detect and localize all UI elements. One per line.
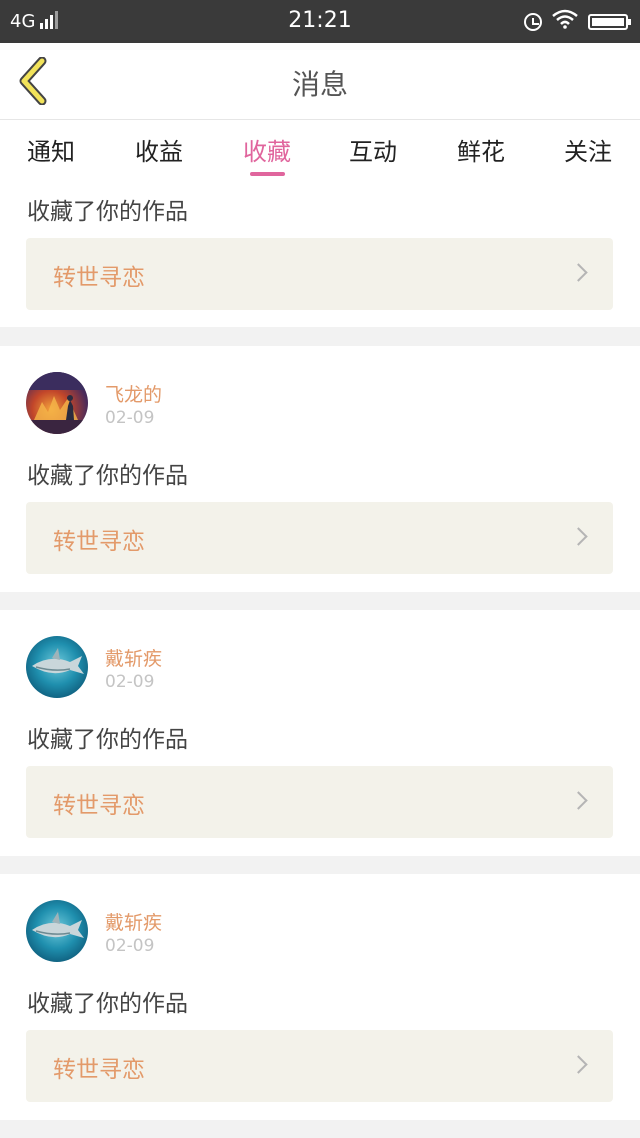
shark-avatar-icon — [32, 648, 84, 674]
action-text: 收藏了你的作品 — [27, 991, 188, 1017]
shark-avatar-icon — [32, 912, 84, 938]
work-link[interactable]: 转世寻恋 — [26, 1030, 613, 1102]
tab-bar: 通知 收益 收藏 互动 鲜花 关注 — [0, 120, 640, 182]
action-text: 收藏了你的作品 — [27, 463, 188, 489]
tab-interactions[interactable]: 互动 — [323, 132, 423, 167]
alarm-icon — [524, 12, 542, 31]
tab-following[interactable]: 关注 — [538, 132, 638, 167]
user-name[interactable]: 飞龙的 — [105, 380, 162, 407]
action-text: 收藏了你的作品 — [27, 727, 188, 753]
chevron-right-icon — [569, 263, 588, 282]
page-title: 消息 — [291, 68, 348, 101]
user-name[interactable]: 戴斩疾 — [105, 644, 162, 671]
work-link[interactable]: 转世寻恋 — [26, 502, 613, 574]
timestamp: 02-09 — [105, 672, 155, 692]
work-title: 转世寻恋 — [53, 529, 145, 555]
chevron-right-icon — [569, 527, 588, 546]
message-card: 飞龙的 02-09 收藏了你的作品 转世寻恋 — [0, 346, 640, 592]
timestamp: 02-09 — [105, 936, 155, 956]
work-title: 转世寻恋 — [53, 1057, 145, 1083]
work-title: 转世寻恋 — [53, 793, 145, 819]
avatar[interactable] — [26, 900, 88, 962]
timestamp: 02-09 — [105, 408, 155, 428]
work-link[interactable]: 转世寻恋 — [26, 238, 613, 310]
chevron-right-icon — [569, 1055, 588, 1074]
fire-warrior-avatar-icon — [26, 372, 88, 434]
nav-header: 消息 — [0, 43, 640, 120]
active-tab-indicator — [250, 172, 285, 176]
tab-notifications[interactable]: 通知 — [1, 132, 101, 167]
action-text: 收藏了你的作品 — [27, 199, 188, 225]
message-card: 戴斩疾 02-09 收藏了你的作品 转世寻恋 — [0, 874, 640, 1120]
work-link[interactable]: 转世寻恋 — [26, 766, 613, 838]
chevron-right-icon — [569, 791, 588, 810]
battery-icon — [588, 13, 631, 30]
message-card: 收藏了你的作品 转世寻恋 — [0, 182, 640, 327]
status-icons — [524, 9, 631, 34]
avatar[interactable] — [26, 636, 88, 698]
tab-flowers[interactable]: 鲜花 — [431, 132, 531, 167]
avatar[interactable] — [26, 372, 88, 434]
tab-earnings[interactable]: 收益 — [109, 132, 209, 167]
wifi-icon — [552, 9, 578, 34]
user-name[interactable]: 戴斩疾 — [105, 908, 162, 935]
tab-favorites[interactable]: 收藏 — [217, 132, 317, 167]
status-bar: 4G 21:21 — [0, 0, 640, 43]
message-card: 戴斩疾 02-09 收藏了你的作品 转世寻恋 — [0, 610, 640, 856]
work-title: 转世寻恋 — [53, 265, 145, 291]
